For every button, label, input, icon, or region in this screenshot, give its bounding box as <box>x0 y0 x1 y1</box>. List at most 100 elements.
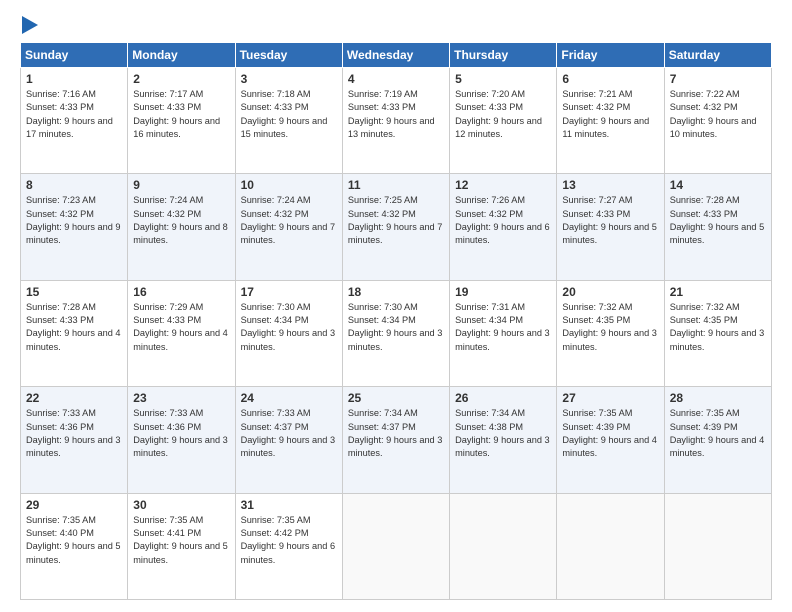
day-number: 5 <box>455 72 551 86</box>
calendar-cell: 4 Sunrise: 7:19 AMSunset: 4:33 PMDayligh… <box>342 68 449 174</box>
day-number: 16 <box>133 285 229 299</box>
day-number: 29 <box>26 498 122 512</box>
day-number: 25 <box>348 391 444 405</box>
day-number: 9 <box>133 178 229 192</box>
day-number: 10 <box>241 178 337 192</box>
day-number: 19 <box>455 285 551 299</box>
calendar-cell: 15 Sunrise: 7:28 AMSunset: 4:33 PMDaylig… <box>21 280 128 386</box>
calendar-cell: 11 Sunrise: 7:25 AMSunset: 4:32 PMDaylig… <box>342 174 449 280</box>
day-info: Sunrise: 7:32 AMSunset: 4:35 PMDaylight:… <box>670 302 765 352</box>
calendar-week-row: 29 Sunrise: 7:35 AMSunset: 4:40 PMDaylig… <box>21 493 772 599</box>
page: SundayMondayTuesdayWednesdayThursdayFrid… <box>0 0 792 612</box>
day-number: 27 <box>562 391 658 405</box>
day-info: Sunrise: 7:24 AMSunset: 4:32 PMDaylight:… <box>133 195 228 245</box>
day-info: Sunrise: 7:35 AMSunset: 4:41 PMDaylight:… <box>133 515 228 565</box>
weekday-header: Tuesday <box>235 43 342 68</box>
day-number: 31 <box>241 498 337 512</box>
day-info: Sunrise: 7:21 AMSunset: 4:32 PMDaylight:… <box>562 89 649 139</box>
day-info: Sunrise: 7:32 AMSunset: 4:35 PMDaylight:… <box>562 302 657 352</box>
calendar-cell: 29 Sunrise: 7:35 AMSunset: 4:40 PMDaylig… <box>21 493 128 599</box>
day-info: Sunrise: 7:27 AMSunset: 4:33 PMDaylight:… <box>562 195 657 245</box>
weekday-header: Monday <box>128 43 235 68</box>
day-number: 13 <box>562 178 658 192</box>
day-number: 14 <box>670 178 766 192</box>
day-number: 11 <box>348 178 444 192</box>
day-number: 2 <box>133 72 229 86</box>
calendar-cell: 24 Sunrise: 7:33 AMSunset: 4:37 PMDaylig… <box>235 387 342 493</box>
day-info: Sunrise: 7:30 AMSunset: 4:34 PMDaylight:… <box>348 302 443 352</box>
calendar-week-row: 22 Sunrise: 7:33 AMSunset: 4:36 PMDaylig… <box>21 387 772 493</box>
calendar-header-row: SundayMondayTuesdayWednesdayThursdayFrid… <box>21 43 772 68</box>
calendar-cell <box>557 493 664 599</box>
day-number: 8 <box>26 178 122 192</box>
calendar-cell: 7 Sunrise: 7:22 AMSunset: 4:32 PMDayligh… <box>664 68 771 174</box>
calendar-cell: 27 Sunrise: 7:35 AMSunset: 4:39 PMDaylig… <box>557 387 664 493</box>
day-info: Sunrise: 7:19 AMSunset: 4:33 PMDaylight:… <box>348 89 435 139</box>
calendar-cell: 13 Sunrise: 7:27 AMSunset: 4:33 PMDaylig… <box>557 174 664 280</box>
day-info: Sunrise: 7:16 AMSunset: 4:33 PMDaylight:… <box>26 89 113 139</box>
day-number: 4 <box>348 72 444 86</box>
calendar-cell: 21 Sunrise: 7:32 AMSunset: 4:35 PMDaylig… <box>664 280 771 386</box>
calendar-cell: 12 Sunrise: 7:26 AMSunset: 4:32 PMDaylig… <box>450 174 557 280</box>
day-info: Sunrise: 7:34 AMSunset: 4:38 PMDaylight:… <box>455 408 550 458</box>
logo-arrow-icon <box>22 16 38 34</box>
weekday-header: Sunday <box>21 43 128 68</box>
calendar-cell: 26 Sunrise: 7:34 AMSunset: 4:38 PMDaylig… <box>450 387 557 493</box>
weekday-header: Friday <box>557 43 664 68</box>
day-number: 7 <box>670 72 766 86</box>
day-number: 24 <box>241 391 337 405</box>
calendar-cell: 31 Sunrise: 7:35 AMSunset: 4:42 PMDaylig… <box>235 493 342 599</box>
day-info: Sunrise: 7:29 AMSunset: 4:33 PMDaylight:… <box>133 302 228 352</box>
calendar-week-row: 8 Sunrise: 7:23 AMSunset: 4:32 PMDayligh… <box>21 174 772 280</box>
day-info: Sunrise: 7:25 AMSunset: 4:32 PMDaylight:… <box>348 195 443 245</box>
weekday-header: Wednesday <box>342 43 449 68</box>
calendar-week-row: 1 Sunrise: 7:16 AMSunset: 4:33 PMDayligh… <box>21 68 772 174</box>
day-number: 6 <box>562 72 658 86</box>
day-info: Sunrise: 7:26 AMSunset: 4:32 PMDaylight:… <box>455 195 550 245</box>
day-info: Sunrise: 7:20 AMSunset: 4:33 PMDaylight:… <box>455 89 542 139</box>
day-info: Sunrise: 7:35 AMSunset: 4:40 PMDaylight:… <box>26 515 121 565</box>
day-number: 28 <box>670 391 766 405</box>
calendar-cell: 18 Sunrise: 7:30 AMSunset: 4:34 PMDaylig… <box>342 280 449 386</box>
weekday-header: Saturday <box>664 43 771 68</box>
day-info: Sunrise: 7:23 AMSunset: 4:32 PMDaylight:… <box>26 195 121 245</box>
day-info: Sunrise: 7:17 AMSunset: 4:33 PMDaylight:… <box>133 89 220 139</box>
day-info: Sunrise: 7:28 AMSunset: 4:33 PMDaylight:… <box>670 195 765 245</box>
day-info: Sunrise: 7:33 AMSunset: 4:36 PMDaylight:… <box>26 408 121 458</box>
day-number: 22 <box>26 391 122 405</box>
day-info: Sunrise: 7:18 AMSunset: 4:33 PMDaylight:… <box>241 89 328 139</box>
day-number: 1 <box>26 72 122 86</box>
calendar-cell: 14 Sunrise: 7:28 AMSunset: 4:33 PMDaylig… <box>664 174 771 280</box>
day-number: 15 <box>26 285 122 299</box>
day-number: 17 <box>241 285 337 299</box>
day-info: Sunrise: 7:28 AMSunset: 4:33 PMDaylight:… <box>26 302 121 352</box>
day-info: Sunrise: 7:31 AMSunset: 4:34 PMDaylight:… <box>455 302 550 352</box>
calendar-week-row: 15 Sunrise: 7:28 AMSunset: 4:33 PMDaylig… <box>21 280 772 386</box>
weekday-header: Thursday <box>450 43 557 68</box>
calendar-cell: 2 Sunrise: 7:17 AMSunset: 4:33 PMDayligh… <box>128 68 235 174</box>
calendar-cell: 30 Sunrise: 7:35 AMSunset: 4:41 PMDaylig… <box>128 493 235 599</box>
calendar-cell <box>664 493 771 599</box>
day-info: Sunrise: 7:35 AMSunset: 4:42 PMDaylight:… <box>241 515 336 565</box>
day-number: 26 <box>455 391 551 405</box>
calendar-cell: 19 Sunrise: 7:31 AMSunset: 4:34 PMDaylig… <box>450 280 557 386</box>
day-info: Sunrise: 7:33 AMSunset: 4:37 PMDaylight:… <box>241 408 336 458</box>
day-number: 12 <box>455 178 551 192</box>
calendar-cell <box>342 493 449 599</box>
day-number: 3 <box>241 72 337 86</box>
calendar-cell: 17 Sunrise: 7:30 AMSunset: 4:34 PMDaylig… <box>235 280 342 386</box>
calendar-cell: 8 Sunrise: 7:23 AMSunset: 4:32 PMDayligh… <box>21 174 128 280</box>
day-info: Sunrise: 7:30 AMSunset: 4:34 PMDaylight:… <box>241 302 336 352</box>
calendar-cell: 10 Sunrise: 7:24 AMSunset: 4:32 PMDaylig… <box>235 174 342 280</box>
day-number: 30 <box>133 498 229 512</box>
calendar-cell: 28 Sunrise: 7:35 AMSunset: 4:39 PMDaylig… <box>664 387 771 493</box>
calendar-cell <box>450 493 557 599</box>
calendar-body: 1 Sunrise: 7:16 AMSunset: 4:33 PMDayligh… <box>21 68 772 600</box>
calendar-table: SundayMondayTuesdayWednesdayThursdayFrid… <box>20 42 772 600</box>
day-info: Sunrise: 7:35 AMSunset: 4:39 PMDaylight:… <box>670 408 765 458</box>
day-info: Sunrise: 7:24 AMSunset: 4:32 PMDaylight:… <box>241 195 336 245</box>
day-info: Sunrise: 7:33 AMSunset: 4:36 PMDaylight:… <box>133 408 228 458</box>
day-number: 18 <box>348 285 444 299</box>
calendar-cell: 22 Sunrise: 7:33 AMSunset: 4:36 PMDaylig… <box>21 387 128 493</box>
calendar-cell: 16 Sunrise: 7:29 AMSunset: 4:33 PMDaylig… <box>128 280 235 386</box>
